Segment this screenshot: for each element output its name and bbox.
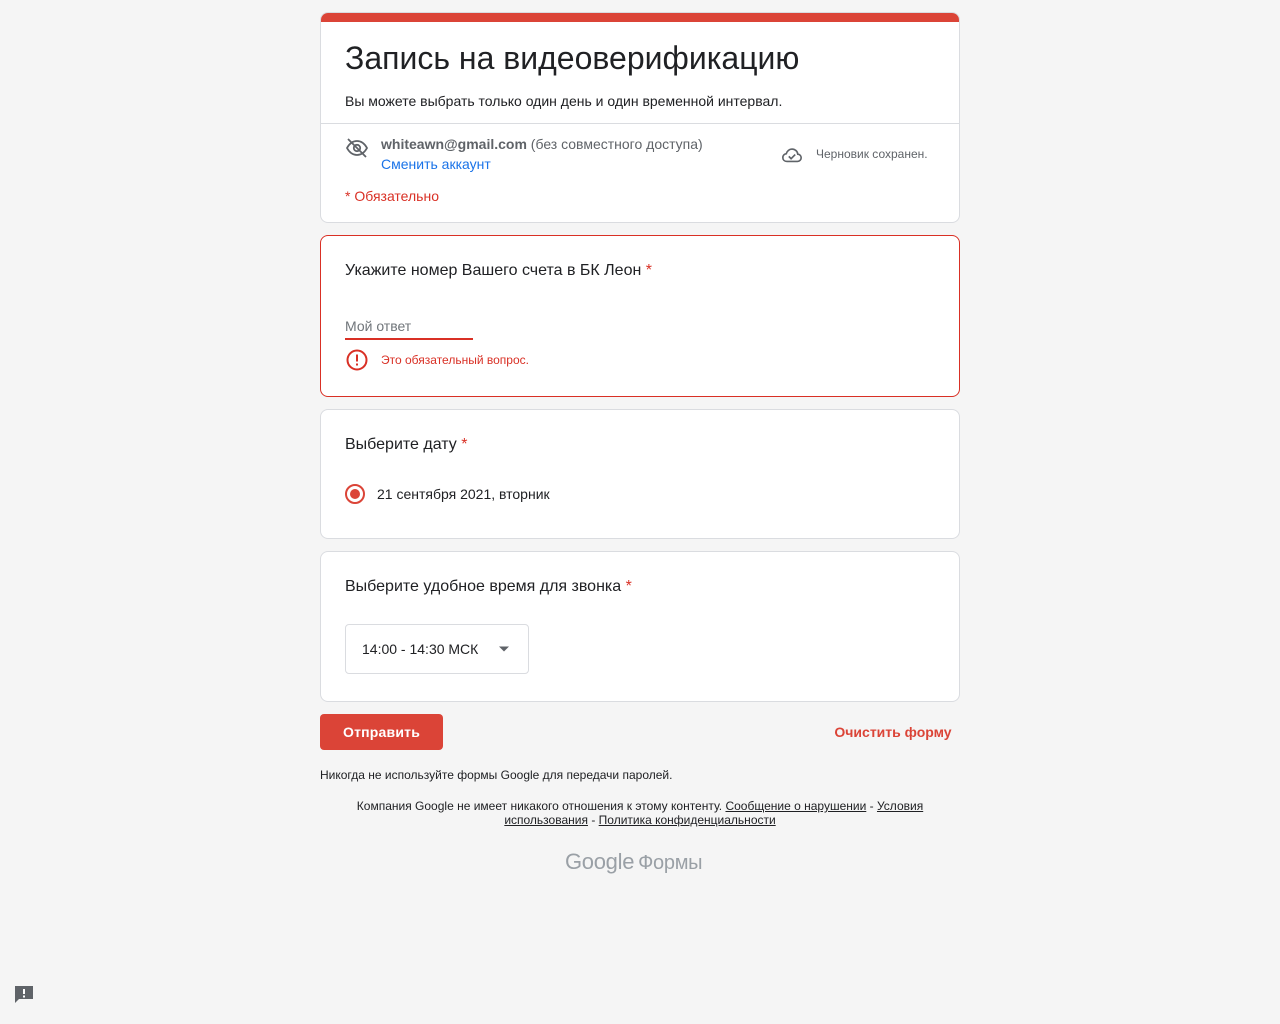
eye-off-icon <box>345 138 369 158</box>
dropdown-arrow-icon <box>499 646 509 652</box>
time-dropdown[interactable]: 14:00 - 14:30 МСК <box>345 624 529 674</box>
report-abuse-link[interactable]: Сообщение о нарушении <box>725 799 866 813</box>
google-forms-logo[interactable]: Google Формы <box>565 849 703 875</box>
question-title-text: Выберите удобное время для звонка <box>345 578 622 595</box>
account-info: whiteawn@gmail.com (без совместного дост… <box>381 136 703 152</box>
submit-button[interactable]: Отправить <box>320 714 443 750</box>
header-divider <box>321 123 959 124</box>
question-title: Выберите дату * <box>345 436 467 454</box>
draft-saved-status: Черновик сохранен. <box>816 147 928 161</box>
switch-account-link[interactable]: Сменить аккаунт <box>381 156 491 172</box>
question-title: Выберите удобное время для звонка * <box>345 578 632 596</box>
header-accent-bar <box>321 13 959 22</box>
required-star: * <box>461 436 468 453</box>
required-star: * <box>625 578 632 595</box>
date-radio-button[interactable] <box>345 484 365 504</box>
google-logo-text: Google <box>565 849 635 874</box>
password-warning: Никогда не используйте формы Google для … <box>320 768 673 782</box>
question-date-card: Выберите дату * 21 сентября 2021, вторни… <box>320 409 960 539</box>
privacy-link[interactable]: Политика конфиденциальности <box>599 813 776 827</box>
disclaimer-text: Компания Google не имеет никакого отноше… <box>356 799 723 813</box>
form-title: Запись на видеоверификацию <box>345 40 800 76</box>
date-option-label[interactable]: 21 сентября 2021, вторник <box>377 486 550 502</box>
time-dropdown-value: 14:00 - 14:30 МСК <box>362 641 479 657</box>
clear-form-button[interactable]: Очистить форму <box>826 714 960 750</box>
required-note: * Обязательно <box>345 188 439 204</box>
form-container: Запись на видеоверификацию Вы можете выб… <box>320 12 960 714</box>
required-star: * <box>645 262 652 279</box>
forms-logo-text: Формы <box>638 852 703 874</box>
question-title-text: Укажите номер Вашего счета в БК Леон <box>345 262 642 279</box>
separator: - <box>869 799 874 813</box>
account-number-input[interactable] <box>345 314 473 340</box>
question-time-card: Выберите удобное время для звонка * 14:0… <box>320 551 960 702</box>
error-message: Это обязательный вопрос. <box>381 353 529 367</box>
feedback-icon[interactable] <box>13 985 35 1005</box>
form-header-card: Запись на видеоверификацию Вы можете выб… <box>320 12 960 223</box>
cloud-done-icon <box>782 148 802 163</box>
form-description: Вы можете выбрать только один день и оди… <box>345 93 783 109</box>
question-title: Укажите номер Вашего счета в БК Леон * <box>345 262 652 280</box>
radio-selected-dot <box>350 489 360 499</box>
separator: - <box>591 813 596 827</box>
account-email: whiteawn@gmail.com <box>381 136 527 152</box>
account-sharing-status: (без совместного доступа) <box>530 136 703 152</box>
question-title-text: Выберите дату <box>345 436 457 453</box>
footer-disclaimer: Компания Google не имеет никакого отноше… <box>320 799 960 827</box>
error-icon <box>346 349 368 371</box>
question-account-number-card: Укажите номер Вашего счета в БК Леон * Э… <box>320 235 960 397</box>
